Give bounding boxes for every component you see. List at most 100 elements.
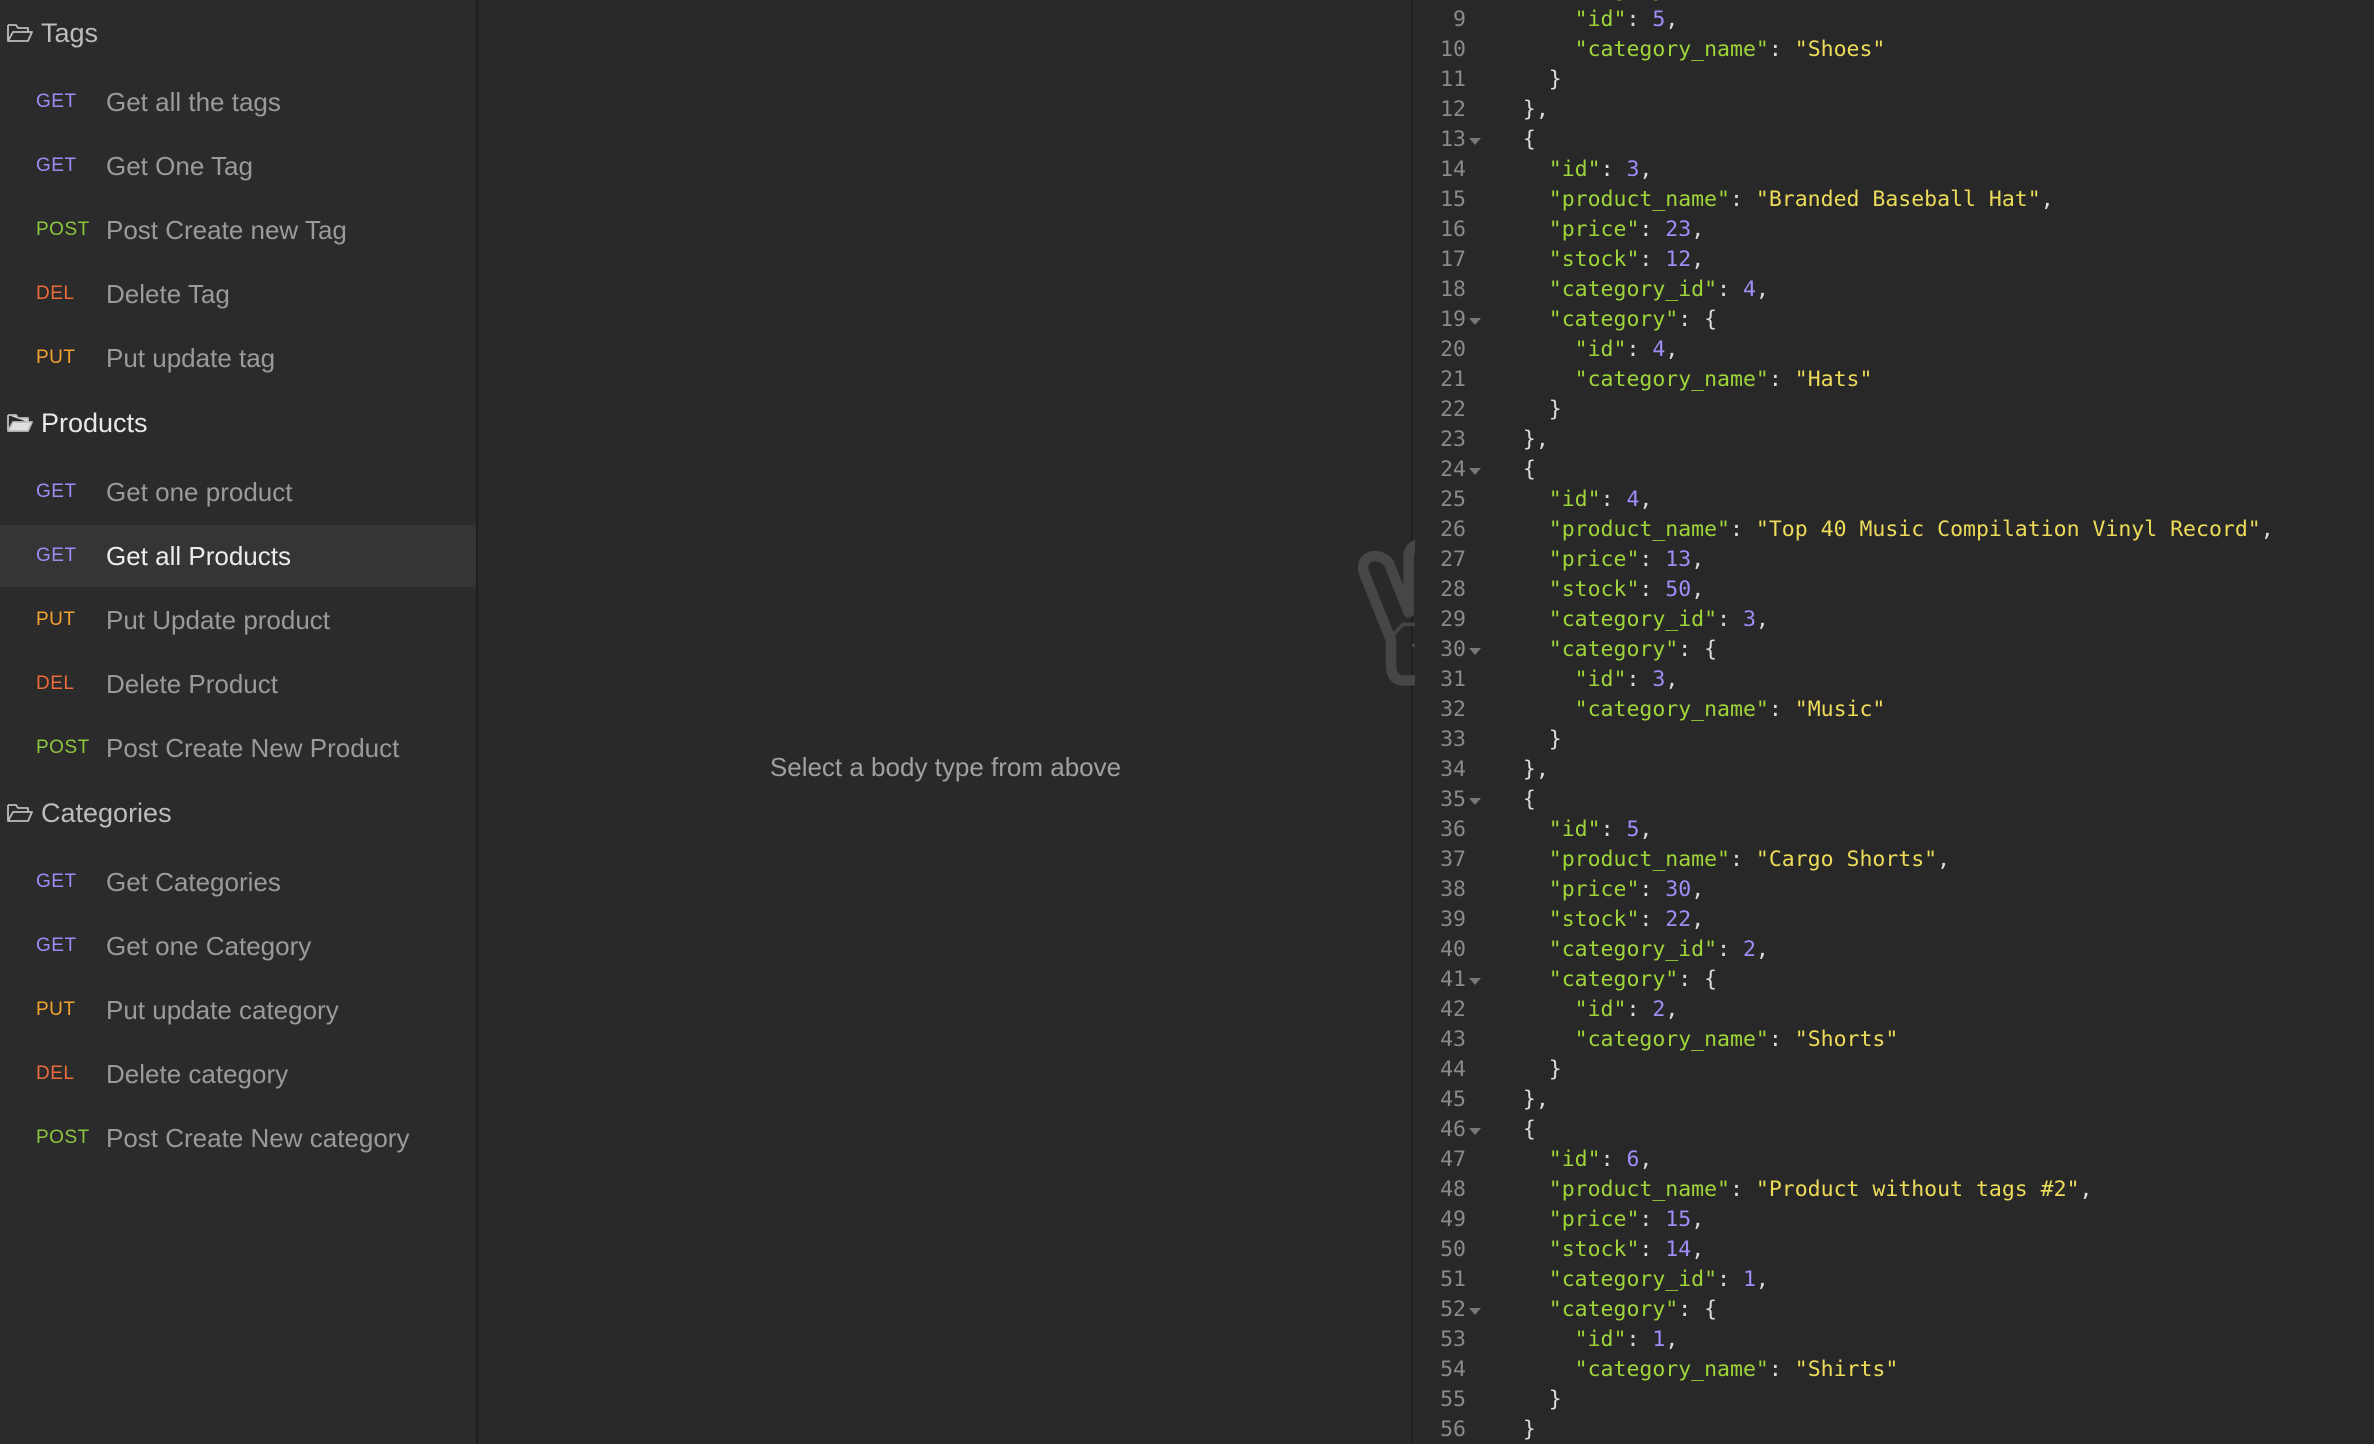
line-number: 56 (1440, 1417, 1466, 1442)
code-text: "id": 3, (1548, 157, 1653, 182)
method-badge: GET (36, 545, 77, 566)
code-text: }, (1497, 427, 1549, 452)
code-text: { (1497, 457, 1536, 482)
code-text: } (1497, 67, 1562, 92)
folder-label: Categories (41, 797, 172, 828)
line-number: 13 (1440, 127, 1466, 152)
line-number: 40 (1440, 937, 1466, 962)
request-label: Get all Products (106, 540, 291, 571)
code-text: "category_id": 1, (1548, 1267, 1769, 1292)
folder-products[interactable]: Products (0, 395, 476, 451)
response-lines: 8 "category": {9 "id": 5,10 "category_na… (1415, 0, 2374, 1444)
fold-arrow-icon[interactable] (1469, 468, 1481, 475)
code-text: "category": { (1548, 307, 1718, 332)
code-text: "price": 30, (1548, 877, 1705, 902)
code-text: "category": { (1548, 637, 1718, 662)
request-item[interactable]: POST Post Create New category (0, 1107, 476, 1169)
code-text: { (1497, 127, 1536, 152)
request-label: Post Create new Tag (106, 214, 347, 245)
code-line: 55 } (1415, 1385, 2374, 1415)
request-item[interactable]: GET Get all Products (0, 525, 476, 587)
code-text: "product_name": "Top 40 Music Compilatio… (1548, 517, 2274, 542)
fold-arrow-icon[interactable] (1469, 318, 1481, 325)
folder-categories[interactable]: Categories (0, 785, 476, 841)
code-line: 45 }, (1415, 1085, 2374, 1115)
code-line: 44 } (1415, 1055, 2374, 1085)
request-item[interactable]: DEL Delete Tag (0, 263, 476, 325)
code-line: 56 } (1415, 1415, 2374, 1444)
code-text: "category_name": "Music" (1574, 697, 1886, 722)
request-item[interactable]: PUT Put update tag (0, 327, 476, 389)
request-label: Get one product (106, 476, 293, 507)
line-number: 29 (1440, 607, 1466, 632)
request-item[interactable]: GET Get one Category (0, 915, 476, 977)
code-line: 29 "category_id": 3, (1415, 605, 2374, 635)
line-number: 48 (1440, 1177, 1466, 1202)
request-label: Post Create New Product (106, 732, 400, 763)
request-item[interactable]: GET Get all the tags (0, 71, 476, 133)
line-number: 47 (1440, 1147, 1466, 1172)
response-viewer[interactable]: 8 "category": {9 "id": 5,10 "category_na… (1415, 0, 2374, 1444)
request-item[interactable]: PUT Put update category (0, 979, 476, 1041)
code-text: "stock": 50, (1548, 577, 1705, 602)
line-number: 9 (1453, 7, 1466, 32)
fold-arrow-icon[interactable] (1469, 1308, 1481, 1315)
code-line: 50 "stock": 14, (1415, 1235, 2374, 1265)
request-item[interactable]: DEL Delete category (0, 1043, 476, 1105)
request-item[interactable]: POST Post Create New Product (0, 717, 476, 779)
code-line: 34 }, (1415, 755, 2374, 785)
request-label: Post Create New category (106, 1122, 410, 1153)
code-line: 17 "stock": 12, (1415, 245, 2374, 275)
code-line: 19 "category": { (1415, 305, 2374, 335)
code-text: "category_id": 4, (1548, 277, 1769, 302)
code-text: { (1497, 1117, 1536, 1142)
request-item[interactable]: GET Get one product (0, 461, 476, 523)
code-text: "id": 3, (1574, 667, 1679, 692)
fold-arrow-icon[interactable] (1469, 648, 1481, 655)
request-item[interactable]: PUT Put Update product (0, 589, 476, 651)
line-number: 37 (1440, 847, 1466, 872)
request-item[interactable]: GET Get Categories (0, 851, 476, 913)
request-item[interactable]: DEL Delete Product (0, 653, 476, 715)
line-number: 20 (1440, 337, 1466, 362)
code-text: "id": 5, (1574, 7, 1679, 32)
line-number: 44 (1440, 1057, 1466, 1082)
code-line: 10 "category_name": "Shoes" (1415, 35, 2374, 65)
line-number: 10 (1440, 37, 1466, 62)
request-sidebar: Tags GET Get all the tags GET Get One Tag POS… (0, 0, 478, 1444)
code-text: "category_name": "Shirts" (1574, 1357, 1899, 1382)
line-number: 21 (1440, 367, 1466, 392)
code-line: 36 "id": 5, (1415, 815, 2374, 845)
method-badge: GET (36, 935, 77, 956)
method-badge: POST (36, 1127, 90, 1148)
line-number: 42 (1440, 997, 1466, 1022)
method-badge: GET (36, 91, 77, 112)
request-item[interactable]: POST Post Create new Tag (0, 199, 476, 261)
code-text: } (1497, 727, 1562, 752)
request-label: Delete Tag (106, 278, 230, 309)
code-line: 14 "id": 3, (1415, 155, 2374, 185)
request-label: Put update tag (106, 342, 276, 373)
request-item[interactable]: GET Get One Tag (0, 135, 476, 197)
line-number: 27 (1440, 547, 1466, 572)
fold-arrow-icon[interactable] (1469, 798, 1481, 805)
folder-tags[interactable]: Tags (0, 5, 476, 61)
code-line: 11 } (1415, 65, 2374, 95)
folder-label: Products (41, 407, 148, 438)
fold-arrow-icon[interactable] (1469, 978, 1481, 985)
fold-arrow-icon[interactable] (1469, 138, 1481, 145)
code-text: "price": 13, (1548, 547, 1705, 572)
code-text: } (1497, 1417, 1536, 1442)
method-badge: GET (36, 481, 77, 502)
code-text: "id": 1, (1574, 1327, 1679, 1352)
code-text: "id": 2, (1574, 997, 1679, 1022)
line-number: 34 (1440, 757, 1466, 782)
fold-arrow-icon[interactable] (1469, 1128, 1481, 1135)
line-number: 12 (1440, 97, 1466, 122)
code-line: 33 } (1415, 725, 2374, 755)
code-line: 27 "price": 13, (1415, 545, 2374, 575)
method-badge: PUT (36, 609, 76, 630)
request-body-panel (478, 0, 1486, 1444)
request-label: Get all the tags (106, 86, 281, 117)
code-line: 53 "id": 1, (1415, 1325, 2374, 1355)
